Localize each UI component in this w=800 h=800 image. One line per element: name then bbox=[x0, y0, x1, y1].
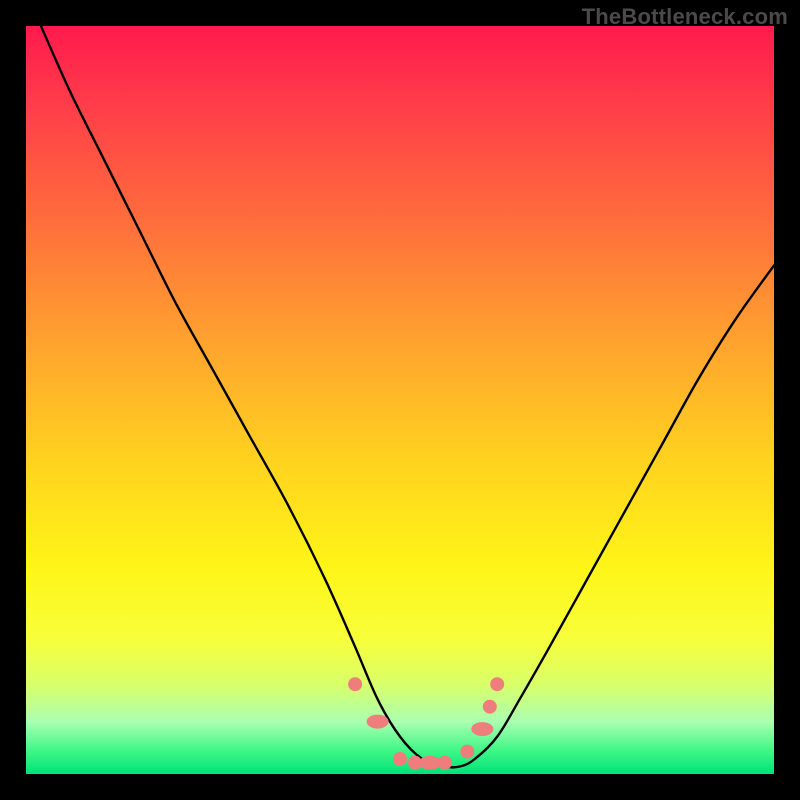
curve-marker bbox=[393, 752, 407, 766]
chart-frame: TheBottleneck.com bbox=[0, 0, 800, 800]
curve-marker bbox=[471, 722, 493, 736]
curve-marker bbox=[348, 677, 362, 691]
curve-markers bbox=[348, 677, 504, 770]
curve-marker bbox=[490, 677, 504, 691]
curve-path bbox=[41, 26, 774, 767]
curve-marker bbox=[419, 756, 441, 770]
chart-svg bbox=[26, 26, 774, 774]
curve-marker bbox=[483, 700, 497, 714]
curve-marker bbox=[460, 745, 474, 759]
curve-marker bbox=[408, 756, 422, 770]
chart-plot-area bbox=[26, 26, 774, 774]
curve-marker bbox=[438, 756, 452, 770]
curve-marker bbox=[367, 715, 389, 729]
